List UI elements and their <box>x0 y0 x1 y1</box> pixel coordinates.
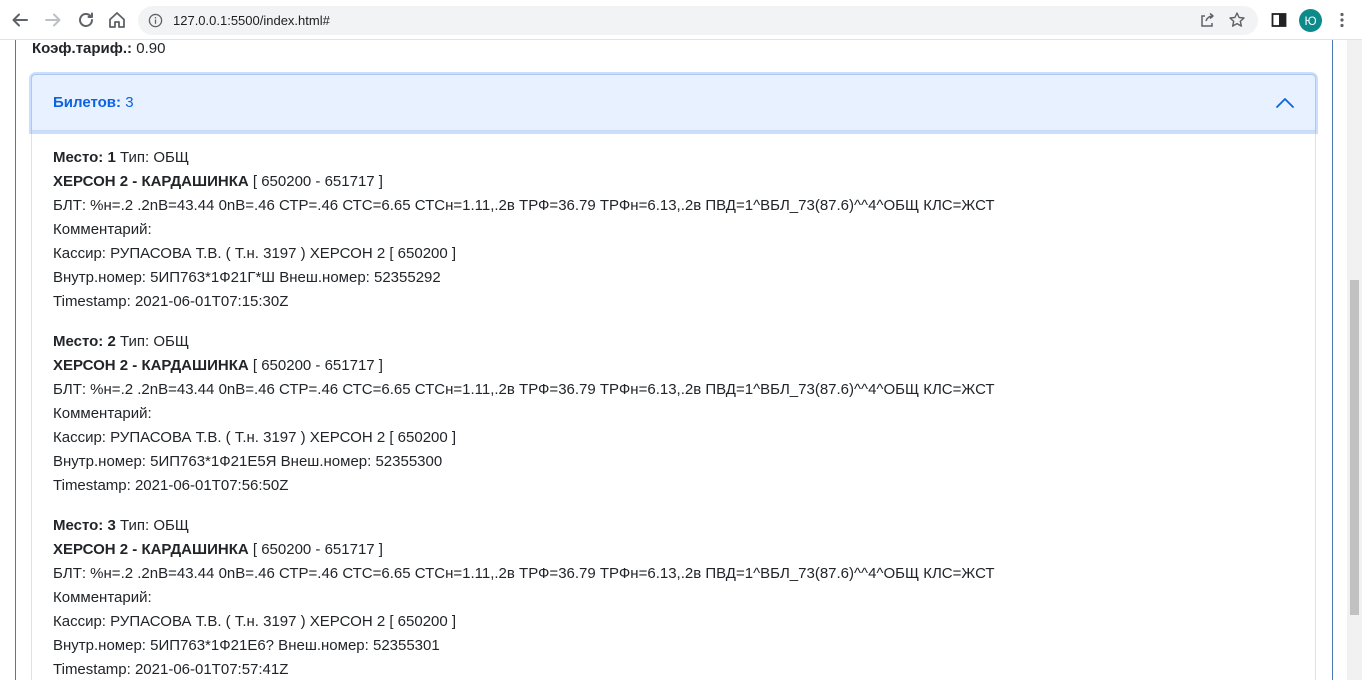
seat-number: 2 <box>107 333 116 350</box>
blt-line: БЛТ: %н=.2 .2nВ=43.44 0nВ=.46 СТР=.46 СТ… <box>53 565 995 582</box>
home-icon <box>109 12 125 28</box>
route-line: ХЕРСОН 2 - КАРДАШИНКА [ 650200 - 651717 … <box>53 170 1303 194</box>
seat-number: 3 <box>107 517 116 534</box>
seat-label: Место: <box>53 333 104 350</box>
numbers-line: Внутр.номер: 5ИП763*1Ф21Г*Ш Внеш.номер: … <box>53 269 441 286</box>
koef-label: Коэф.тариф.: <box>32 40 133 57</box>
blt-line: БЛТ: %н=.2 .2nВ=43.44 0nВ=.46 СТР=.46 СТ… <box>53 197 995 214</box>
route-line: ХЕРСОН 2 - КАРДАШИНКА [ 650200 - 651717 … <box>53 354 1303 378</box>
browser-toolbar: 127.0.0.1:5500/index.html# Ю <box>0 0 1362 40</box>
route-codes: [ 650200 - 651717 ] <box>252 357 383 374</box>
numbers-line: Внутр.номер: 5ИП763*1Ф21Е5Я Внеш.номер: … <box>53 453 443 470</box>
scrollbar-thumb[interactable] <box>1350 280 1359 615</box>
tickets-label: Билетов: <box>53 94 122 111</box>
more-vert-icon <box>1340 12 1344 28</box>
cashier-line: Кассир: РУПАСОВА Т.В. ( Т.н. 3197 ) ХЕРС… <box>53 613 457 630</box>
seat-type: Тип: ОБЩ <box>119 333 189 350</box>
arrow-left-icon <box>12 13 28 27</box>
side-panel-button[interactable] <box>1267 8 1291 32</box>
seat-number: 1 <box>107 149 116 166</box>
address-bar[interactable]: 127.0.0.1:5500/index.html# <box>138 6 1258 35</box>
route-name: ХЕРСОН 2 - КАРДАШИНКА <box>53 173 249 190</box>
star-icon[interactable] <box>1228 11 1246 29</box>
page-scrollbar[interactable] <box>1347 40 1362 680</box>
tariff-coefficient: Коэф.тариф.: 0.90 <box>32 39 165 59</box>
seat-label: Место: <box>53 517 104 534</box>
ticket-item: Место: 2 Тип: ОБЩ ХЕРСОН 2 - КАРДАШИНКА … <box>53 330 1303 498</box>
comment-line: Комментарий: <box>53 405 152 422</box>
home-button[interactable] <box>105 8 129 32</box>
cashier-line: Кассир: РУПАСОВА Т.В. ( Т.н. 3197 ) ХЕРС… <box>53 429 457 446</box>
reload-icon <box>79 12 93 27</box>
seat-label: Место: <box>53 149 104 166</box>
seat-line: Место: 2 Тип: ОБЩ <box>53 330 1303 354</box>
seat-line: Место: 3 Тип: ОБЩ <box>53 514 1303 538</box>
reload-button[interactable] <box>74 8 98 32</box>
arrow-right-icon <box>45 13 61 27</box>
ticket-item: Место: 1 Тип: ОБЩ ХЕРСОН 2 - КАРДАШИНКА … <box>53 146 1303 314</box>
numbers-line: Внутр.номер: 5ИП763*1Ф21Е6? Внеш.номер: … <box>53 637 440 654</box>
koef-value: 0.90 <box>136 40 166 57</box>
side-panel-icon <box>1271 13 1287 27</box>
blt-line: БЛТ: %н=.2 .2nВ=43.44 0nВ=.46 СТР=.46 СТ… <box>53 381 995 398</box>
forward-button[interactable] <box>41 8 65 32</box>
route-codes: [ 650200 - 651717 ] <box>252 541 383 558</box>
seat-type: Тип: ОБЩ <box>119 517 189 534</box>
menu-button[interactable] <box>1330 8 1354 32</box>
ticket-item: Место: 3 Тип: ОБЩ ХЕРСОН 2 - КАРДАШИНКА … <box>53 514 1303 680</box>
route-name: ХЕРСОН 2 - КАРДАШИНКА <box>53 357 249 374</box>
comment-line: Комментарий: <box>53 221 152 238</box>
timestamp-line: Timestamp: 2021-06-01T07:56:50Z <box>53 477 289 494</box>
comment-line: Комментарий: <box>53 589 152 606</box>
share-icon[interactable] <box>1198 11 1216 29</box>
chevron-up-icon[interactable] <box>1275 95 1295 111</box>
cashier-line: Кассир: РУПАСОВА Т.В. ( Т.н. 3197 ) ХЕРС… <box>53 245 457 262</box>
back-button[interactable] <box>8 8 32 32</box>
route-codes: [ 650200 - 651717 ] <box>252 173 383 190</box>
tickets-list: Место: 1 Тип: ОБЩ ХЕРСОН 2 - КАРДАШИНКА … <box>53 146 1303 680</box>
profile-avatar[interactable]: Ю <box>1299 9 1322 32</box>
tickets-accordion-header[interactable]: Билетов: 3 <box>32 75 1315 131</box>
seat-line: Место: 1 Тип: ОБЩ <box>53 146 1303 170</box>
tickets-title: Билетов: 3 <box>53 93 134 113</box>
info-icon[interactable] <box>148 13 163 28</box>
route-name: ХЕРСОН 2 - КАРДАШИНКА <box>53 541 249 558</box>
url-text[interactable]: 127.0.0.1:5500/index.html# <box>173 13 330 28</box>
route-line: ХЕРСОН 2 - КАРДАШИНКА [ 650200 - 651717 … <box>53 538 1303 562</box>
tickets-count: 3 <box>125 94 134 111</box>
timestamp-line: Timestamp: 2021-06-01T07:15:30Z <box>53 293 289 310</box>
timestamp-line: Timestamp: 2021-06-01T07:57:41Z <box>53 661 289 678</box>
seat-type: Тип: ОБЩ <box>119 149 189 166</box>
